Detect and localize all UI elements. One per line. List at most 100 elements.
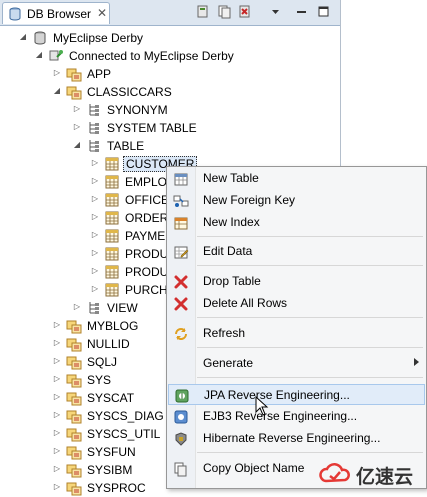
tree-node-label: SYSIBM	[87, 463, 133, 477]
tree-node-label: SYSFUN	[87, 445, 136, 459]
menu-item-drop-table[interactable]: Drop Table	[168, 271, 425, 292]
menu-item-label: Refresh	[203, 326, 246, 340]
minimize-icon[interactable]	[294, 4, 309, 19]
collapsed-arrow-icon[interactable]: ▷	[90, 211, 100, 223]
menu-item-edit-data[interactable]: Edit Data	[168, 241, 425, 262]
menu-separator	[197, 452, 423, 453]
menu-item-generate[interactable]: Generate	[168, 353, 425, 374]
collapsed-arrow-icon[interactable]: ▷	[52, 481, 62, 493]
folder-tree-icon	[89, 302, 99, 314]
hibernate-icon	[175, 432, 187, 446]
schema-icon	[66, 410, 82, 424]
table-icon	[105, 211, 119, 225]
copy-icon[interactable]	[217, 4, 232, 19]
ejb3-icon	[174, 410, 188, 424]
table-icon	[105, 265, 119, 279]
collapsed-arrow-icon[interactable]: ▷	[52, 427, 62, 439]
tree-node-label: VIEW	[107, 301, 138, 315]
menu-item-new-index[interactable]: New Index	[168, 212, 425, 233]
tab-label: DB Browser	[27, 7, 92, 21]
tree-node-label: MyEclipse Derby	[53, 31, 144, 45]
collapsed-arrow-icon[interactable]: ▷	[52, 445, 62, 457]
tree-node-label: NULLID	[87, 337, 130, 351]
jpa-icon	[175, 389, 189, 403]
new-table-icon	[174, 173, 188, 186]
context-menu: New Table New Foreign Key New Index Edit…	[166, 166, 427, 489]
folder-tree-icon	[89, 104, 99, 116]
new-connection-icon[interactable]	[195, 4, 210, 19]
tree-node-label: CLASSICCARS	[87, 85, 172, 99]
tree-node-label: OFFICE	[125, 193, 169, 207]
close-icon[interactable]: ✕	[97, 6, 107, 20]
foreign-key-icon	[173, 195, 189, 207]
menu-item-delete-all-rows[interactable]: Delete All Rows	[168, 293, 425, 314]
cloud-logo-icon	[319, 463, 350, 483]
collapsed-arrow-icon[interactable]: ▷	[52, 355, 62, 367]
menu-item-label: Delete All Rows	[203, 296, 288, 310]
collapsed-arrow-icon[interactable]: ▷	[72, 103, 82, 115]
menu-item-label: JPA Reverse Engineering...	[204, 388, 350, 402]
refresh-icon	[175, 328, 187, 340]
menu-item-jpa-reverse-engineering[interactable]: JPA Reverse Engineering...	[168, 384, 425, 405]
tree-node-label: SYSCS_UTIL	[87, 427, 161, 441]
watermark-text: 亿速云	[356, 466, 414, 488]
expanded-arrow-icon[interactable]: ◢	[72, 139, 82, 151]
collapsed-arrow-icon[interactable]: ▷	[52, 373, 62, 385]
submenu-arrow-icon	[414, 358, 419, 366]
collapsed-arrow-icon[interactable]: ▷	[52, 391, 62, 403]
copy-icon	[174, 462, 187, 477]
tree-node-label: SYNONYM	[107, 103, 168, 117]
tree-node-label: APP	[87, 67, 112, 81]
collapsed-arrow-icon[interactable]: ▷	[52, 463, 62, 475]
menu-item-refresh[interactable]: Refresh	[168, 323, 425, 344]
menu-item-ejb3-reverse-engineering[interactable]: EJB3 Reverse Engineering...	[168, 406, 425, 427]
schema-icon	[66, 446, 82, 460]
menu-item-label: New Table	[203, 171, 259, 185]
collapsed-arrow-icon[interactable]: ▷	[90, 265, 100, 277]
collapsed-arrow-icon[interactable]: ▷	[72, 301, 82, 313]
schema-icon	[66, 464, 82, 478]
schema-icon	[66, 356, 82, 370]
collapsed-arrow-icon[interactable]: ▷	[52, 409, 62, 421]
edit-data-icon	[174, 246, 189, 259]
schema-icon	[66, 428, 82, 442]
expanded-arrow-icon[interactable]: ◢	[18, 31, 28, 43]
expanded-arrow-icon[interactable]: ◢	[52, 85, 62, 97]
collapsed-arrow-icon[interactable]: ▷	[52, 319, 62, 331]
collapsed-arrow-icon[interactable]: ▷	[90, 229, 100, 241]
menu-item-new-foreign-key[interactable]: New Foreign Key	[168, 190, 425, 211]
collapsed-arrow-icon[interactable]: ▷	[52, 337, 62, 349]
delete-x-icon	[174, 297, 188, 311]
collapsed-arrow-icon[interactable]: ▷	[72, 121, 82, 133]
collapsed-arrow-icon[interactable]: ▷	[90, 193, 100, 205]
menu-item-hibernate-reverse-engineering[interactable]: Hibernate Reverse Engineering...	[168, 428, 425, 449]
schema-icon	[66, 482, 82, 496]
database-icon	[9, 7, 21, 21]
menu-separator	[197, 347, 423, 348]
collapsed-arrow-icon[interactable]: ▷	[90, 247, 100, 259]
expanded-arrow-icon[interactable]: ◢	[34, 49, 44, 61]
table-icon	[105, 193, 119, 207]
view-menu-icon[interactable]	[268, 4, 283, 19]
tree-node-label: SYSTEM TABLE	[107, 121, 197, 135]
table-icon	[105, 175, 119, 189]
maximize-icon[interactable]	[316, 4, 331, 19]
menu-item-label: Edit Data	[203, 244, 253, 258]
watermark-logo: 亿速云	[318, 458, 427, 489]
delete-x-icon	[174, 275, 188, 289]
delete-connection-icon[interactable]	[237, 4, 252, 19]
menu-item-new-table[interactable]: New Table	[168, 168, 425, 189]
collapsed-arrow-icon[interactable]: ▷	[52, 67, 62, 79]
tree-node-label: SYS	[87, 373, 112, 387]
collapsed-arrow-icon[interactable]: ▷	[90, 283, 100, 295]
table-icon	[105, 283, 119, 297]
table-icon	[105, 157, 119, 171]
tab-db-browser[interactable]: DB Browser ✕	[2, 2, 110, 24]
table-icon	[105, 229, 119, 243]
collapsed-arrow-icon[interactable]: ▷	[90, 157, 100, 169]
collapsed-arrow-icon[interactable]: ▷	[90, 175, 100, 187]
table-icon	[105, 247, 119, 261]
menu-separator	[197, 236, 423, 237]
folder-tree-icon	[89, 140, 99, 152]
new-index-icon	[174, 217, 188, 230]
